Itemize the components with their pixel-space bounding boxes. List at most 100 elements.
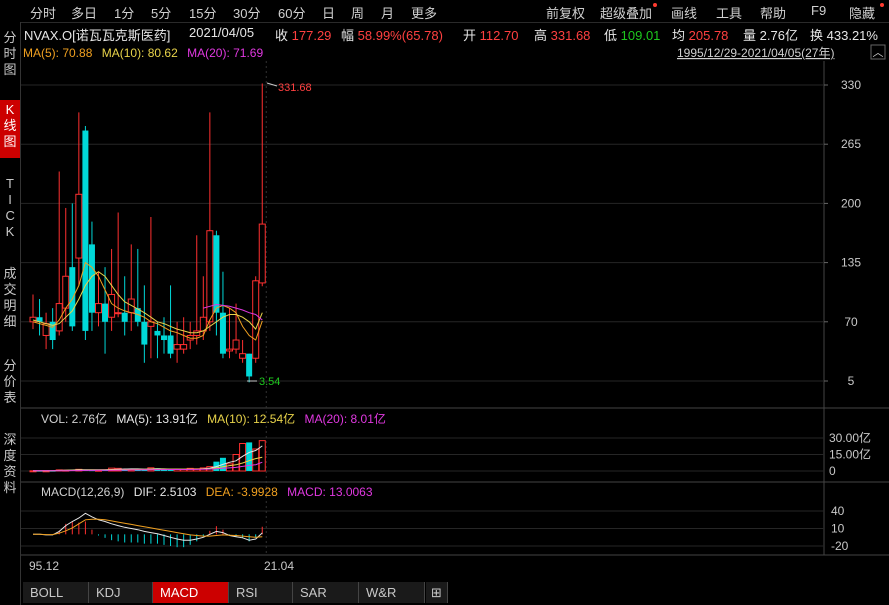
close-value: 177.29 (291, 28, 332, 43)
range-label: 幅 (341, 28, 355, 43)
vol-ma5-legend: MA(5): 13.91亿 (116, 411, 197, 426)
macd-layer (33, 512, 263, 548)
kline-chart[interactable]: 330 265 200 135 70 5 30.00亿 15.00亿 0 40 10 -20 MA(5… (21, 43, 889, 581)
avg-field: 均 205.78 (672, 25, 728, 44)
low-field: 低 109.01 (604, 25, 660, 44)
volume-value: 2.76亿 (759, 28, 798, 43)
volume-bar-up (258, 440, 266, 472)
price-axis-label: 5 (848, 374, 855, 388)
range-value: 58.99%(65.78) (357, 28, 443, 43)
quote-date: 2021/04/05 (189, 25, 255, 40)
ma10-legend: MA(10): 80.62 (102, 46, 178, 60)
candle-body-down (246, 353, 253, 377)
draw-line-button[interactable]: 画线 (671, 3, 697, 22)
period-toolbar: 分时 多日 1分 5分 15分 30分 60分 日 周 月 更多 前复权 超级叠… (0, 0, 889, 23)
left-tab-kline[interactable]: K线图 (0, 100, 20, 158)
range-field: 幅 58.99%(65.78) (341, 25, 443, 44)
tab-month[interactable]: 月 (381, 3, 394, 22)
macd-dif-line (33, 512, 263, 541)
vol-legend-value: VOL: 2.76亿 (41, 411, 107, 426)
low-annotation-label: 3.54 (259, 376, 280, 388)
avg-value: 205.78 (688, 28, 729, 43)
left-tab-label: 深度资料 (3, 432, 17, 495)
candle-body-up (95, 303, 102, 314)
tab-macd[interactable]: MACD (153, 582, 229, 603)
price-axis-label: 135 (841, 256, 861, 270)
left-tab-intraday[interactable]: 分时图 (0, 30, 20, 82)
tab-day[interactable]: 日 (322, 3, 335, 22)
tab-60min[interactable]: 60分 (278, 3, 305, 22)
x-label-start: 95.12 (29, 559, 59, 573)
collapse-button[interactable]: ︿ (870, 44, 886, 60)
macd-axis-label: -20 (831, 539, 849, 553)
candle-body-down (154, 330, 161, 336)
candle-body-down (82, 130, 89, 331)
macd-legend: MACD(12,26,9) DIF: 2.5103 DEA: -3.9928 M… (41, 485, 373, 499)
tools-button[interactable]: 工具 (716, 3, 742, 22)
tab-wr[interactable]: W&R (359, 582, 425, 603)
volume-label: 量 (743, 28, 757, 43)
volume-bar-up (252, 448, 260, 472)
candle-body-down (167, 335, 174, 354)
low-label: 低 (604, 28, 618, 43)
candle-body-up (62, 275, 70, 309)
add-indicator-button[interactable]: ⊞ (426, 582, 448, 603)
help-button[interactable]: 帮助 (760, 3, 786, 22)
vol-axis-label: 30.00亿 (829, 430, 871, 445)
super-overlay-button[interactable]: 超级叠加 (600, 3, 652, 22)
turnover-label: 换 (810, 28, 824, 43)
price-axis-label: 70 (844, 315, 858, 329)
high-label: 高 (534, 28, 548, 43)
low-annotation: 3.54 (247, 376, 280, 388)
left-tab-label: 分时图 (3, 30, 17, 77)
ma-legend: MA(5): 70.88 MA(10): 80.62 MA(20): 71.69 (23, 46, 263, 60)
x-label-end: 21.04 (264, 559, 294, 573)
left-tab-price-table[interactable]: 分价表 (0, 358, 20, 414)
macd-value-legend: MACD: 13.0063 (287, 485, 373, 499)
tab-30min[interactable]: 30分 (233, 3, 260, 22)
left-tab-label: 分价表 (3, 358, 17, 405)
candle-body-up (206, 230, 214, 323)
candle-body-up (108, 293, 116, 318)
turnover-value: 433.21% (826, 28, 878, 43)
left-tab-trade-detail[interactable]: 成交明细 (0, 266, 20, 340)
vol-ma10-legend: MA(10): 12.54亿 (207, 411, 295, 426)
tab-boll[interactable]: BOLL (23, 582, 89, 603)
tab-multiday[interactable]: 多日 (71, 3, 97, 22)
tab-sar[interactable]: SAR (293, 582, 359, 603)
f9-button[interactable]: F9 (811, 3, 826, 18)
candle-body-up (258, 223, 266, 284)
candle-body-down (213, 235, 220, 313)
turnover-field: 换 433.21% (810, 25, 878, 44)
price-axis-label: 265 (841, 137, 861, 151)
tab-more[interactable]: 更多 (411, 3, 437, 22)
tab-rsi[interactable]: RSI (229, 582, 293, 603)
candle-body-down (121, 312, 128, 322)
high-value: 331.68 (550, 28, 591, 43)
candles-layer (29, 83, 266, 383)
left-tab-tick[interactable]: TICK (0, 176, 20, 248)
date-range-label: 1995/12/29-2021/04/05(27年) (677, 46, 834, 60)
left-tab-depth-info[interactable]: 深度资料 (0, 432, 20, 506)
plus-icon: ⊞ (431, 585, 442, 600)
tab-1min[interactable]: 1分 (114, 3, 134, 22)
notification-dot-2 (880, 3, 884, 7)
tab-kdj[interactable]: KDJ (89, 582, 153, 603)
tab-5min[interactable]: 5分 (151, 3, 171, 22)
left-tab-label: 成交明细 (3, 266, 17, 329)
forward-adjust-button[interactable]: 前复权 (546, 3, 585, 22)
candle-body-up (239, 353, 247, 359)
tab-15min[interactable]: 15分 (189, 3, 216, 22)
left-view-tabs: 分时图 K线图 TICK 成交明细 分价表 深度资料 (0, 22, 21, 605)
tab-intraday[interactable]: 分时 (30, 3, 56, 22)
left-tab-label: TICK (5, 176, 15, 239)
tab-week[interactable]: 周 (351, 3, 364, 22)
open-field: 开 112.70 (463, 25, 518, 44)
volume-bar-up (232, 454, 240, 472)
avg-label: 均 (672, 28, 686, 43)
candle-body-down (161, 335, 167, 341)
hide-button[interactable]: 隐藏 (849, 3, 875, 22)
high-annotation-label: 331.68 (278, 82, 312, 94)
candle-body-up (114, 312, 122, 315)
candle-body-up (29, 316, 37, 323)
